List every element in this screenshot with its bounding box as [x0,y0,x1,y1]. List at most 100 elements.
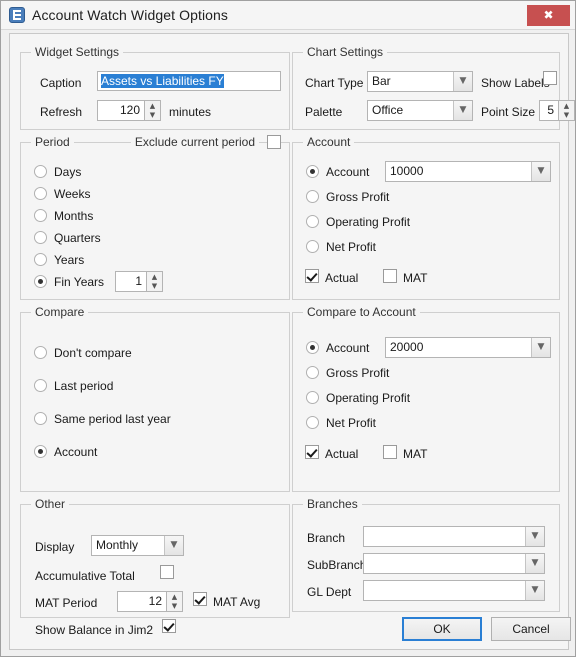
compare-account-mat-checkbox[interactable] [383,445,397,459]
refresh-label: Refresh [40,105,83,119]
spin-down-icon[interactable]: ▼ [167,602,182,611]
compare-account-mat-label: MAT [403,447,428,461]
palette-select[interactable]: Office ▼ [367,100,473,121]
group-other-legend: Other [31,497,70,511]
account-actual-label: Actual [325,271,359,285]
radio-compare-same-period-last-year[interactable] [34,412,47,425]
account-mat-checkbox[interactable] [383,269,397,283]
group-compare-legend: Compare [31,305,89,319]
radio-account-account[interactable] [306,165,319,178]
group-chart-settings-legend: Chart Settings [303,45,388,59]
refresh-units-label: minutes [169,105,212,119]
fin-years-spin-buttons[interactable]: ▲ ▼ [147,271,163,292]
accumulative-total-checkbox[interactable] [160,565,174,579]
palette-label: Palette [305,105,343,119]
radio-account-net-profit[interactable] [306,240,319,253]
cancel-button[interactable]: Cancel [491,617,571,641]
compare-account-select[interactable]: 20000 ▼ [385,337,551,358]
refresh-value[interactable]: 120 [97,100,145,121]
group-chart-settings: Chart Settings Chart Type Bar ▼ Show Lab… [292,45,575,130]
radio-compare-account-operating-profit[interactable] [306,391,319,404]
compare-account-actual-checkbox[interactable] [305,445,319,459]
fin-years-value[interactable]: 1 [115,271,147,292]
radio-period-fin-years[interactable] [34,275,47,288]
chevron-down-icon[interactable]: ▼ [531,162,550,181]
close-button[interactable]: ✖ [527,5,570,26]
spin-down-icon[interactable]: ▼ [147,282,162,291]
point-size-spin-buttons[interactable]: ▲ ▼ [559,100,575,121]
radio-compare-last-period[interactable] [34,379,47,392]
radio-period-days-label: Days [54,165,82,179]
radio-compare-dont-compare-label: Don't compare [54,346,132,360]
radio-period-days[interactable] [34,165,47,178]
mat-period-stepper[interactable]: 12 ▲ ▼ [117,591,183,612]
account-actual-checkbox[interactable] [305,269,319,283]
group-branches-legend: Branches [303,497,362,511]
exclude-current-period-checkbox[interactable] [267,135,281,149]
chart-type-value: Bar [372,74,391,88]
radio-compare-account-operating-profit-label: Operating Profit [326,391,411,405]
palette-value: Office [372,103,404,117]
radio-period-quarters-label: Quarters [54,231,101,245]
radio-account-gross-profit[interactable] [306,190,319,203]
chevron-down-icon[interactable]: ▼ [453,101,472,120]
compare-account-select-value: 20000 [390,340,424,354]
show-balance-label: Show Balance in Jim2 [35,623,154,637]
mat-avg-checkbox[interactable] [193,592,207,606]
group-widget-settings: Widget Settings Caption Assets vs Liabil… [20,45,290,130]
spin-up-icon[interactable]: ▲ [167,593,182,602]
point-size-label: Point Size [481,105,536,119]
chart-type-select[interactable]: Bar ▼ [367,71,473,92]
refresh-spin-buttons[interactable]: ▲ ▼ [145,100,161,121]
ok-button[interactable]: OK [402,617,482,641]
spin-up-icon[interactable]: ▲ [147,273,162,282]
app-icon [9,7,25,23]
chevron-down-icon[interactable]: ▼ [453,72,472,91]
radio-compare-account-account[interactable] [306,341,319,354]
show-labels-checkbox[interactable] [543,71,557,85]
mat-period-spin-buttons[interactable]: ▲ ▼ [167,591,183,612]
fin-years-stepper[interactable]: 1 ▲ ▼ [115,271,163,292]
compare-account-actual-label: Actual [325,447,359,461]
group-branches: Branches Branch ▼ SubBranch ▼ GL Dept ▼ [292,497,560,612]
point-size-stepper[interactable]: 5 ▲ ▼ [539,100,575,121]
radio-period-weeks[interactable] [34,187,47,200]
radio-account-operating-profit[interactable] [306,215,319,228]
spin-down-icon[interactable]: ▼ [145,111,160,120]
display-select[interactable]: Monthly ▼ [91,535,184,556]
radio-account-gross-profit-label: Gross Profit [326,190,390,204]
radio-compare-account-label: Account [54,445,98,459]
radio-compare-account[interactable] [34,445,47,458]
group-compare: Compare Don't compare Last period Same p… [20,305,290,492]
radio-compare-account-net-profit[interactable] [306,416,319,429]
point-size-value[interactable]: 5 [539,100,559,121]
spin-up-icon[interactable]: ▲ [559,102,574,111]
chevron-down-icon[interactable]: ▼ [525,527,544,546]
account-select[interactable]: 10000 ▼ [385,161,551,182]
group-compare-to-account-legend: Compare to Account [303,305,420,319]
group-period: Period Exclude current period Days Weeks… [20,135,290,300]
caption-input[interactable]: Assets vs Liabilities FY [97,71,281,91]
chevron-down-icon[interactable]: ▼ [525,554,544,573]
branch-select[interactable]: ▼ [363,526,545,547]
radio-period-years[interactable] [34,253,47,266]
subbranch-label: SubBranch [307,558,367,572]
chevron-down-icon[interactable]: ▼ [531,338,550,357]
refresh-stepper[interactable]: 120 ▲ ▼ [97,100,161,121]
radio-period-weeks-label: Weeks [54,187,91,201]
radio-period-months[interactable] [34,209,47,222]
chevron-down-icon[interactable]: ▼ [525,581,544,600]
chevron-down-icon[interactable]: ▼ [164,536,183,555]
radio-compare-account-gross-profit[interactable] [306,366,319,379]
mat-period-value[interactable]: 12 [117,591,167,612]
gldept-select[interactable]: ▼ [363,580,545,601]
radio-compare-same-period-last-year-label: Same period last year [54,412,171,426]
radio-compare-dont-compare[interactable] [34,346,47,359]
spin-down-icon[interactable]: ▼ [559,111,574,120]
group-period-legend: Period [31,135,74,149]
spin-up-icon[interactable]: ▲ [145,102,160,111]
show-balance-checkbox[interactable] [162,619,176,633]
radio-period-quarters[interactable] [34,231,47,244]
caption-label: Caption [40,76,82,90]
subbranch-select[interactable]: ▼ [363,553,545,574]
